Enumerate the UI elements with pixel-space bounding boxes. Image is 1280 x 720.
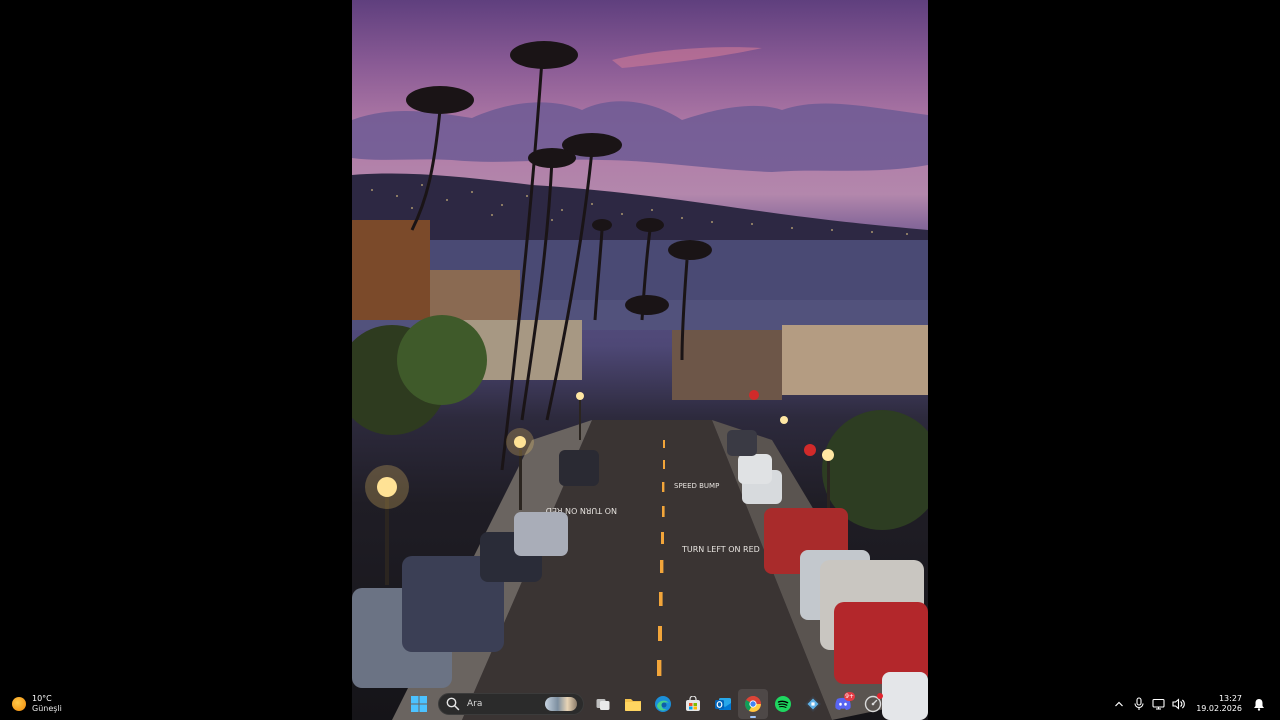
speaker-icon — [1172, 698, 1185, 710]
microphone-icon — [1134, 697, 1144, 710]
edge-button[interactable] — [648, 689, 678, 719]
network-button[interactable] — [1150, 693, 1168, 715]
weather-condition: Güneşli — [32, 704, 62, 713]
weather-text: 10°C Güneşli — [32, 694, 62, 714]
show-hidden-icons-button[interactable] — [1110, 693, 1128, 715]
road-text-top: SPEED BUMP — [674, 482, 719, 490]
diamond-app-button[interactable] — [798, 689, 828, 719]
weather-temperature: 10°C — [32, 694, 52, 703]
start-button[interactable] — [404, 689, 434, 719]
taskbar-apps: Ara 9+ — [404, 688, 888, 720]
discord-notification-badge: 9+ — [844, 692, 855, 701]
spotify-button[interactable] — [768, 689, 798, 719]
notification-icon — [1254, 698, 1264, 711]
file-explorer-button[interactable] — [618, 689, 648, 719]
clock-time: 13:27 — [1218, 694, 1242, 703]
road-text-right: TURN LEFT ON RED — [681, 545, 760, 554]
chrome-icon — [745, 696, 761, 712]
taskbar: 10°C Güneşli Ara 9+ 13:27 19.02.2026 — [0, 688, 1280, 720]
discord-button[interactable]: 9+ — [828, 689, 858, 719]
chrome-button[interactable] — [738, 689, 768, 719]
folder-icon — [625, 699, 641, 711]
clock[interactable]: 13:27 19.02.2026 — [1196, 694, 1242, 714]
search-highlight-image — [545, 697, 577, 711]
notification-center-button[interactable] — [1250, 693, 1268, 715]
windows-start-icon — [411, 696, 427, 712]
task-view-icon — [596, 699, 610, 710]
task-view-button[interactable] — [588, 689, 618, 719]
gauge-app-button[interactable] — [858, 689, 888, 719]
outlook-icon — [715, 698, 731, 710]
store-icon — [686, 696, 700, 711]
edge-icon — [655, 696, 671, 712]
spotify-icon — [775, 696, 791, 712]
gauge-app-alert-dot — [877, 693, 883, 699]
desktop-wallpaper: NO TURN ON RED SPEED BUMP TURN LEFT ON R… — [352, 0, 928, 720]
search-icon — [446, 697, 460, 711]
microphone-button[interactable] — [1130, 693, 1148, 715]
outlook-button[interactable] — [708, 689, 738, 719]
wallpaper-scene: NO TURN ON RED SPEED BUMP TURN LEFT ON R… — [352, 41, 928, 720]
search-placeholder: Ara — [467, 699, 483, 709]
weather-widget[interactable]: 10°C Güneşli — [12, 693, 62, 715]
volume-button[interactable] — [1170, 693, 1188, 715]
clock-date: 19.02.2026 — [1196, 704, 1242, 713]
system-tray: 13:27 19.02.2026 — [1110, 688, 1268, 720]
chevron-up-icon — [1115, 701, 1124, 707]
microsoft-store-button[interactable] — [678, 689, 708, 719]
network-icon — [1152, 698, 1165, 710]
diamond-icon — [805, 696, 821, 712]
taskbar-search[interactable]: Ara — [438, 693, 584, 715]
sun-icon — [12, 697, 26, 711]
